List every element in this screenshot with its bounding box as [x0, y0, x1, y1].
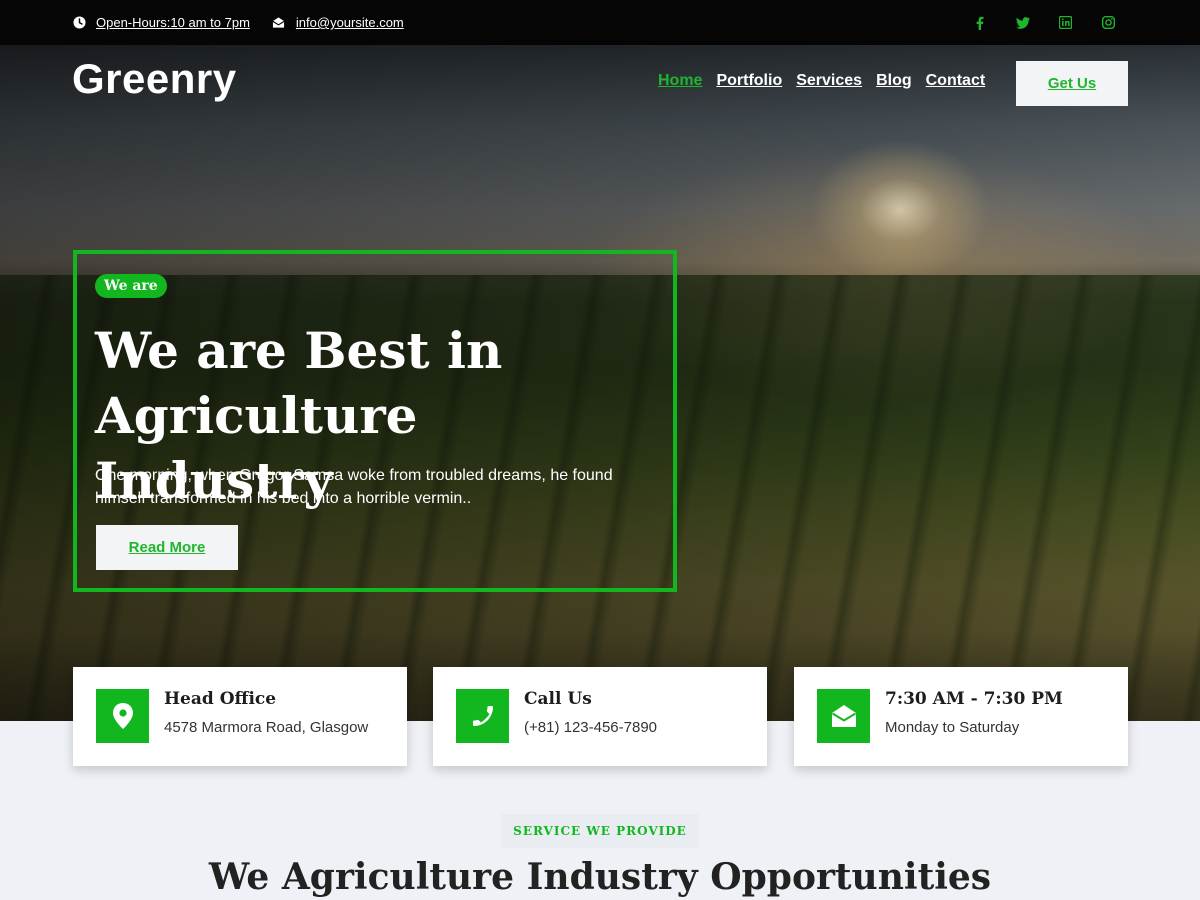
- nav-blog[interactable]: Blog: [876, 72, 912, 90]
- card-subtitle[interactable]: (+81) 123-456-7890: [524, 719, 657, 736]
- info-card-hours: 7:30 AM - 7:30 PM Monday to Saturday: [794, 667, 1128, 766]
- opening-hours[interactable]: Open-Hours:10 am to 7pm: [72, 15, 250, 30]
- nav-services[interactable]: Services: [796, 72, 862, 90]
- section-tag: SERVICE WE PROVIDE: [501, 814, 699, 848]
- top-contact-info: Open-Hours:10 am to 7pm info@yoursite.co…: [72, 0, 404, 45]
- twitter-icon[interactable]: [1015, 15, 1030, 30]
- instagram-icon[interactable]: [1101, 15, 1116, 30]
- card-subtitle: Monday to Saturday: [885, 719, 1020, 736]
- nav-portfolio[interactable]: Portfolio: [716, 72, 782, 90]
- get-us-button[interactable]: Get Us: [1016, 61, 1128, 106]
- social-links: [972, 0, 1116, 45]
- hero-pill-label: We are: [95, 274, 167, 298]
- location-pin-icon: [96, 689, 149, 743]
- envelope-open-icon: [817, 689, 870, 743]
- email-text: info@yoursite.com: [295, 15, 404, 30]
- opening-hours-text: Open-Hours:10 am to 7pm: [96, 15, 250, 30]
- card-title: 7:30 AM - 7:30 PM: [885, 689, 1063, 709]
- card-title: Head Office: [164, 689, 277, 709]
- nav-home[interactable]: Home: [658, 72, 702, 90]
- card-subtitle: 4578 Marmora Road, Glasgow: [164, 719, 369, 736]
- nav-contact[interactable]: Contact: [926, 72, 986, 90]
- hero-description: One morning, when Gregor Samsa woke from…: [95, 467, 613, 507]
- clock-icon: [72, 16, 86, 30]
- info-card-head-office: Head Office 4578 Marmora Road, Glasgow: [73, 667, 407, 766]
- card-title: Call Us: [524, 689, 592, 709]
- facebook-icon[interactable]: [972, 15, 987, 30]
- top-bar: Open-Hours:10 am to 7pm info@yoursite.co…: [0, 0, 1200, 45]
- linkedin-icon[interactable]: [1058, 15, 1073, 30]
- info-card-call-us: Call Us (+81) 123-456-7890: [433, 667, 767, 766]
- envelope-open-icon: [272, 16, 286, 30]
- site-logo[interactable]: Greenry: [72, 55, 237, 103]
- main-nav: Home Portfolio Services Blog Contact: [658, 72, 985, 90]
- section-title: We Agriculture Industry Opportunities: [208, 856, 992, 898]
- email-contact[interactable]: info@yoursite.com: [272, 15, 404, 30]
- phone-icon: [456, 689, 509, 743]
- read-more-button[interactable]: Read More: [96, 525, 238, 570]
